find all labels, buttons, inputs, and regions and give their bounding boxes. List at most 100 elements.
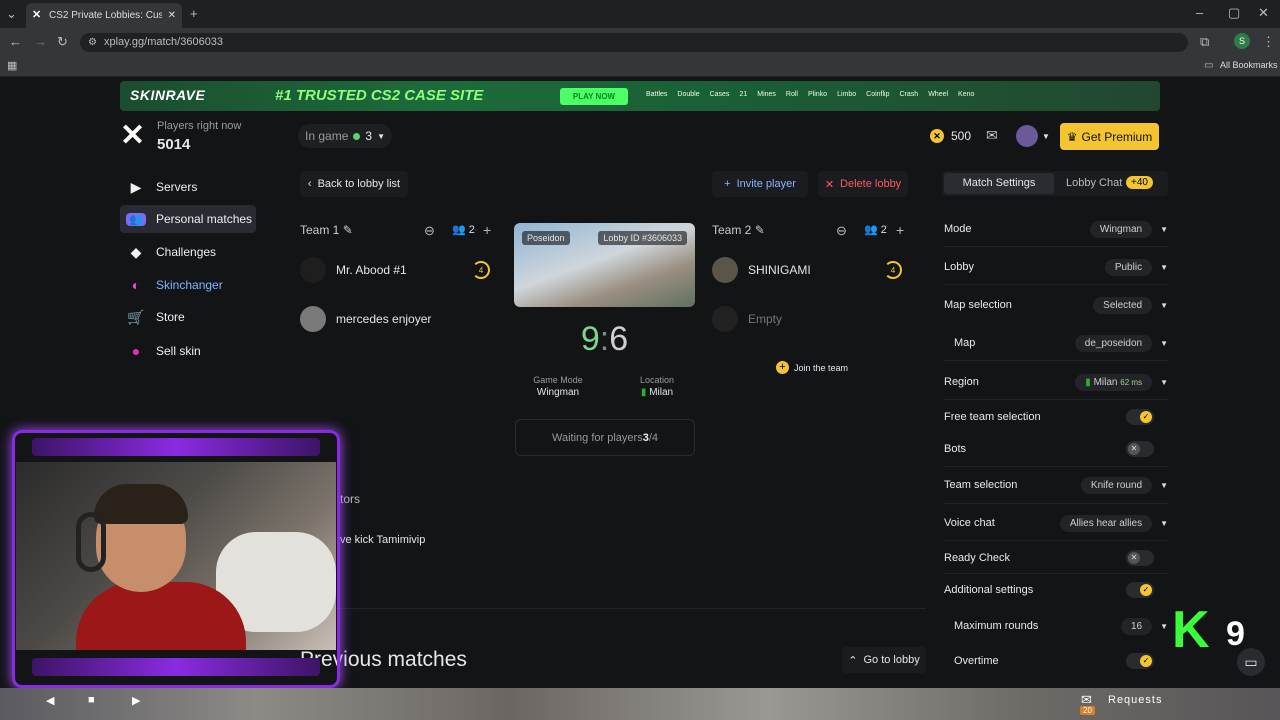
kick-notice: ve kick Tamimivip xyxy=(340,534,426,546)
toggle-on[interactable]: ✓ xyxy=(1126,582,1154,598)
setting-value: Allies hear allies xyxy=(1059,515,1153,532)
toggle-on[interactable]: ✓ xyxy=(1126,409,1154,425)
setting-label: Map xyxy=(954,337,976,349)
team2-add-button[interactable]: + xyxy=(896,222,904,238)
inbox-icon[interactable]: ✉ xyxy=(986,127,998,144)
team1-player-row[interactable]: Mr. Abood #1 4 xyxy=(300,257,490,283)
team1-remove-button[interactable]: ⊖ xyxy=(424,223,435,239)
level-badge: 4 xyxy=(884,261,902,279)
tab-match-settings[interactable]: Match Settings xyxy=(944,173,1054,194)
setting-mode[interactable]: Mode Wingman ▼ xyxy=(944,219,1168,239)
setting-additional-settings[interactable]: Additional settings ✓ xyxy=(944,580,1168,600)
team2-empty-slot[interactable]: Empty xyxy=(712,306,902,332)
forward-icon[interactable]: → xyxy=(34,35,47,49)
player-name: mercedes enjoyer xyxy=(336,312,432,326)
new-tab-icon[interactable]: + xyxy=(190,7,198,21)
get-premium-button[interactable]: ♛ Get Premium xyxy=(1060,123,1159,150)
players-label: Players right now xyxy=(157,120,242,132)
tab-lobby-chat[interactable]: Lobby Chat xyxy=(1066,177,1122,189)
italy-flag-icon: ▮ xyxy=(1085,377,1091,388)
xplay-logo[interactable]: ✕ xyxy=(120,121,148,151)
url-input[interactable]: xplay.gg/match/3606033 xyxy=(80,33,1188,52)
cart-icon: 🛒 xyxy=(127,308,145,325)
setting-free-team-selection[interactable]: Free team selection ✓ xyxy=(944,407,1168,427)
setting-ready-check[interactable]: Ready Check ✕ xyxy=(944,548,1168,568)
divider xyxy=(944,284,1168,285)
setting-maximum-rounds[interactable]: Maximum rounds 16 ▼ xyxy=(954,616,1168,636)
italy-flag-icon: ▮ xyxy=(640,387,647,398)
team1-player-row[interactable]: mercedes enjoyer xyxy=(300,306,490,332)
team2-title: Team 2 ✎ xyxy=(712,223,765,237)
lobby-id: Lobby ID #3606033 xyxy=(598,231,687,245)
skinrave-ad-banner[interactable]: SKINRAVE #1 TRUSTED CS2 CASE SITE PLAY N… xyxy=(120,81,1160,111)
all-bookmarks[interactable]: All Bookmarks xyxy=(1220,60,1278,70)
close-window-icon[interactable]: ✕ xyxy=(1258,6,1269,20)
sidebar-item-challenges[interactable]: ◆ Challenges xyxy=(120,238,256,266)
setting-label: Overtime xyxy=(954,655,999,667)
player-name: Empty xyxy=(748,312,783,326)
puzzle-icon: ◆ xyxy=(130,243,142,260)
site-info-icon[interactable]: ⚙ xyxy=(88,36,97,50)
reload-icon[interactable]: ↻ xyxy=(57,35,68,49)
setting-voice-chat[interactable]: Voice chat Allies hear allies ▼ xyxy=(944,513,1168,533)
browser-tab[interactable]: ✕ CS2 Private Lobbies: Custom M ✕ xyxy=(26,3,182,28)
setting-map-selection[interactable]: Map selection Selected ▼ xyxy=(944,295,1168,315)
next-arrow-icon[interactable]: ▶ xyxy=(132,694,140,707)
minimize-icon[interactable]: – xyxy=(1196,6,1203,20)
delete-lobby-button[interactable]: ✕ Delete lobby xyxy=(818,171,908,197)
spectators-title: tors xyxy=(340,492,361,506)
toggle-off[interactable]: ✕ xyxy=(1126,441,1154,457)
prev-arrow-icon[interactable]: ◀ xyxy=(46,694,54,707)
tab-search-icon[interactable]: ⌄ xyxy=(6,7,17,21)
stop-icon[interactable]: ■ xyxy=(88,694,95,706)
banner-games-list: Battles Double Cases 21 Mines Roll Plink… xyxy=(646,91,974,98)
chat-support-icon[interactable]: ▭ xyxy=(1237,648,1265,676)
setting-bots[interactable]: Bots ✕ xyxy=(944,439,1168,459)
join-team-button[interactable]: + Join the team xyxy=(776,361,848,374)
profile-avatar[interactable]: S xyxy=(1234,33,1250,49)
invite-player-button[interactable]: + Invite player xyxy=(712,171,808,197)
user-avatar[interactable] xyxy=(1016,125,1038,147)
extensions-icon[interactable]: ⧉ xyxy=(1200,35,1209,49)
waiting-total: /4 xyxy=(648,431,658,444)
banner-play-button[interactable]: PLAY NOW xyxy=(560,88,628,105)
setting-region[interactable]: Region ▮ Milan 62 ms ▼ xyxy=(944,372,1168,392)
team1-add-button[interactable]: + xyxy=(483,222,491,238)
divider xyxy=(944,246,1168,247)
team2-player-row[interactable]: SHINIGAMI 4 xyxy=(712,257,902,283)
banner-game: Wheel xyxy=(928,91,949,98)
sidebar-item-store[interactable]: 🛒 Store xyxy=(120,303,256,331)
sidebar-item-label: Personal matches xyxy=(156,212,253,226)
avatar-chevron-icon[interactable]: ▼ xyxy=(1042,132,1050,141)
toggle-off[interactable]: ✕ xyxy=(1126,550,1154,566)
online-dot xyxy=(353,132,361,140)
setting-lobby[interactable]: Lobby Public ▼ xyxy=(944,257,1168,277)
setting-value: Knife round xyxy=(1080,477,1153,494)
maximize-icon[interactable]: ▢ xyxy=(1228,6,1240,20)
back-to-lobby-button[interactable]: ‹ Back to lobby list xyxy=(300,171,408,197)
toggle-on[interactable]: ✓ xyxy=(1126,653,1154,669)
chevron-down-icon: ▼ xyxy=(1160,263,1168,272)
edit-icon[interactable]: ✎ xyxy=(343,223,353,237)
chevron-left-icon: ‹ xyxy=(307,178,312,190)
sidebar-item-personal-matches[interactable]: 👥 Personal matches xyxy=(120,205,256,233)
sidebar-item-servers[interactable]: ▶ Servers xyxy=(120,173,256,201)
menu-kebab-icon[interactable]: ⋮ xyxy=(1262,35,1275,49)
apps-grid-icon[interactable]: ▦ xyxy=(7,59,17,73)
setting-label: Free team selection xyxy=(944,411,1041,423)
edit-icon[interactable]: ✎ xyxy=(755,223,765,237)
setting-map[interactable]: Map de_poseidon ▼ xyxy=(954,333,1168,353)
sidebar-item-skinchanger[interactable]: ◐ Skinchanger xyxy=(120,271,256,299)
go-to-lobby-button[interactable]: ⌃ Go to lobby xyxy=(842,647,926,673)
tab-close-icon[interactable]: ✕ xyxy=(168,10,176,21)
team2-remove-button[interactable]: ⊖ xyxy=(836,223,847,239)
in-game-status[interactable]: In game 3 ▼ xyxy=(298,124,392,148)
setting-overtime[interactable]: Overtime ✓ xyxy=(954,651,1168,671)
sidebar-item-sell-skin[interactable]: ● Sell skin xyxy=(120,337,256,365)
banner-game: Plinko xyxy=(807,91,828,98)
back-icon[interactable]: ← xyxy=(9,35,22,49)
setting-team-selection[interactable]: Team selection Knife round ▼ xyxy=(944,475,1168,495)
crown-icon: ♛ xyxy=(1066,129,1078,144)
k9-logo-k: K xyxy=(1172,601,1210,659)
setting-label: Lobby xyxy=(944,261,974,273)
